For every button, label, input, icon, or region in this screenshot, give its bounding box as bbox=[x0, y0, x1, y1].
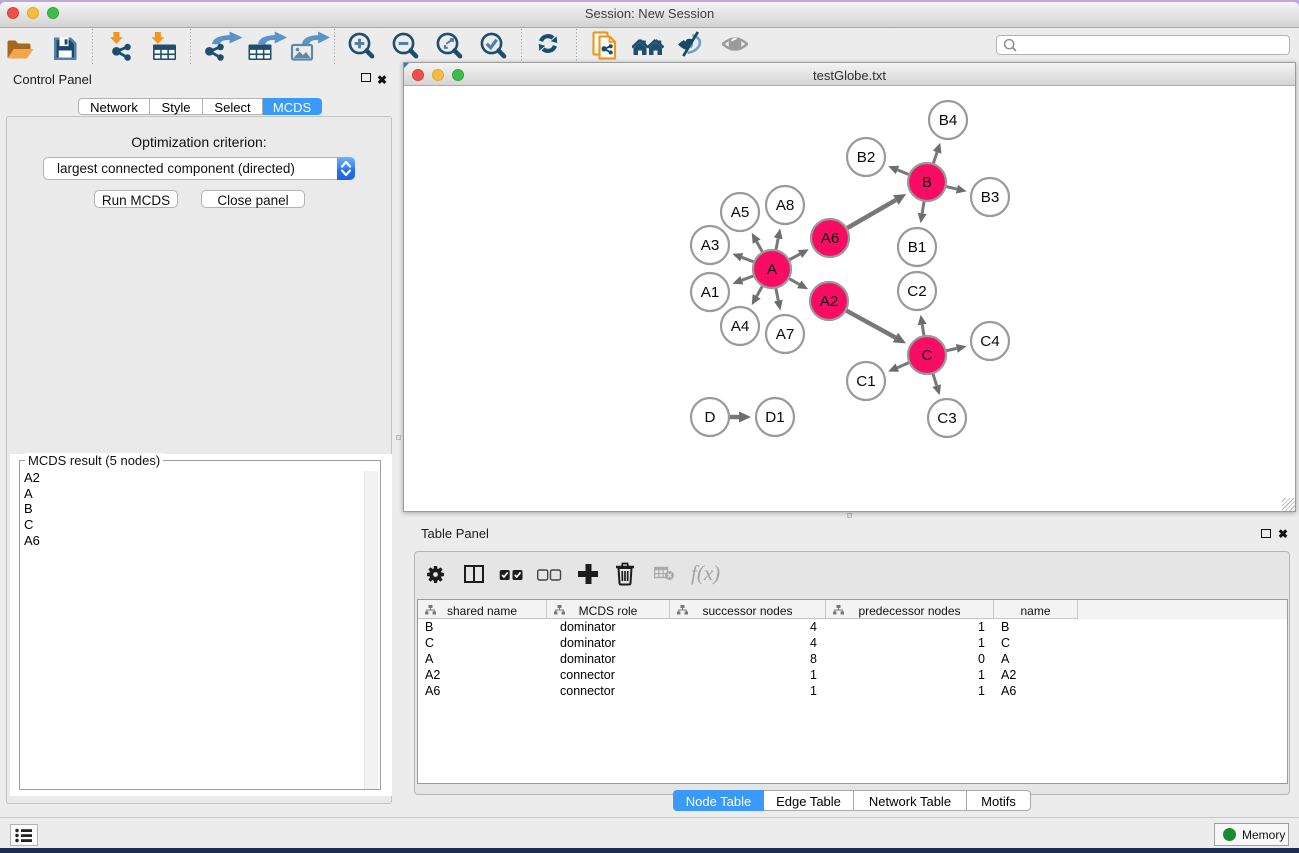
svg-text:C3: C3 bbox=[937, 410, 956, 427]
svg-text:A2: A2 bbox=[820, 293, 839, 310]
svg-text:C: C bbox=[922, 347, 933, 364]
svg-text:C4: C4 bbox=[980, 333, 999, 350]
svg-text:A6: A6 bbox=[821, 230, 840, 247]
svg-text:C1: C1 bbox=[856, 373, 875, 390]
svg-text:B4: B4 bbox=[939, 112, 958, 129]
svg-text:D1: D1 bbox=[765, 409, 784, 426]
svg-text:D: D bbox=[705, 409, 716, 426]
svg-text:B: B bbox=[922, 174, 932, 191]
svg-text:B2: B2 bbox=[857, 149, 876, 166]
svg-text:A8: A8 bbox=[776, 197, 795, 214]
svg-text:B1: B1 bbox=[908, 239, 927, 256]
svg-text:A4: A4 bbox=[731, 318, 750, 335]
svg-text:B3: B3 bbox=[981, 189, 1000, 206]
svg-text:A5: A5 bbox=[731, 204, 750, 221]
svg-text:A: A bbox=[767, 261, 778, 278]
svg-text:A3: A3 bbox=[701, 237, 720, 254]
svg-text:C2: C2 bbox=[907, 283, 926, 300]
svg-text:A7: A7 bbox=[776, 326, 795, 343]
svg-text:A1: A1 bbox=[701, 284, 720, 301]
